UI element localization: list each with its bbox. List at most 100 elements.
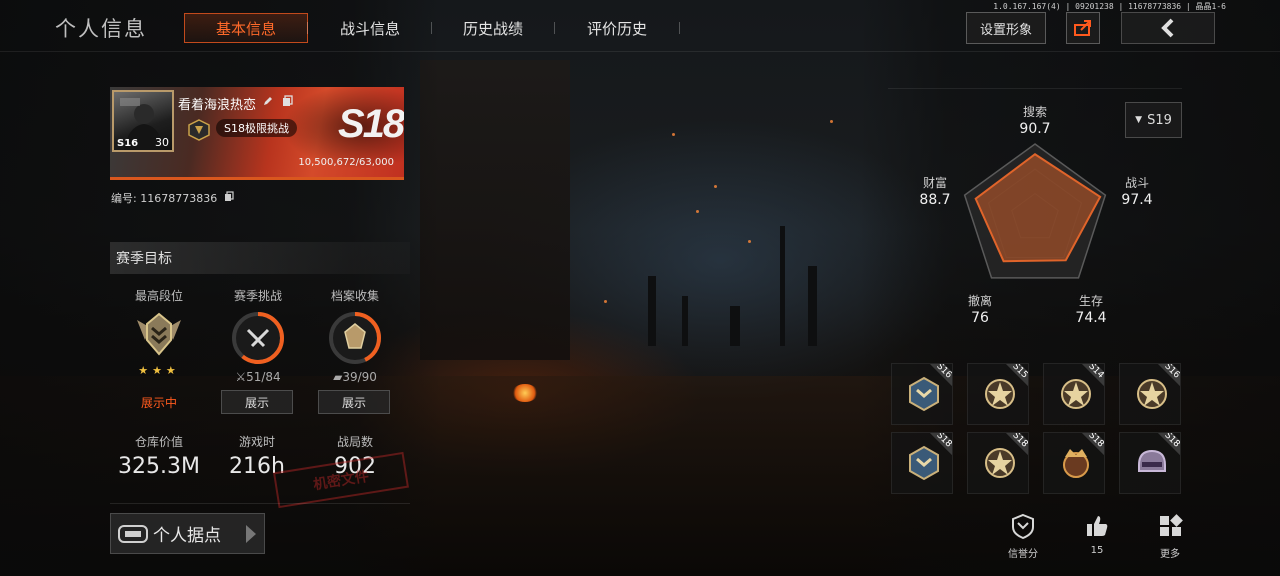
divider: [110, 503, 410, 504]
set-appearance-button[interactable]: 设置形象: [966, 12, 1046, 44]
grid-more-icon: [1160, 514, 1183, 536]
star-medal-icon: [985, 448, 1015, 478]
radar-label-combat: 战斗 97.4: [1107, 174, 1167, 208]
rank-badge-icon: [188, 119, 210, 141]
radar-label-wealth: 财富 88.7: [905, 174, 965, 208]
season-emblem-text: S18: [338, 102, 404, 146]
helmet-medal-icon: [1138, 449, 1166, 472]
personal-base-button[interactable]: 个人据点: [110, 513, 265, 554]
avatar-season-tag: S16: [117, 138, 139, 149]
copy-icon[interactable]: [282, 95, 294, 107]
crown-medal-icon: [1063, 449, 1089, 478]
radar-label-extraction: 撤离 76: [950, 292, 1010, 326]
reputation-label: 信誉分: [1008, 549, 1038, 560]
axis-value: 76: [971, 310, 989, 326]
stat-stash-value: 仓库价值 325.3M: [109, 433, 209, 479]
page-title: 个人信息: [55, 17, 147, 41]
share-button[interactable]: [1066, 12, 1100, 44]
medal-slot[interactable]: S18: [967, 432, 1029, 494]
radar-chart: [963, 143, 1107, 279]
edit-icon[interactable]: [262, 95, 274, 107]
goal-title: 最高段位: [134, 289, 183, 303]
chevron-left-icon: [1161, 18, 1174, 38]
challenge-progress: ⚔51/84: [208, 370, 308, 384]
stat-label: 战局数: [336, 435, 373, 449]
ember: [604, 300, 607, 303]
challenge-progress-ring[interactable]: [230, 310, 286, 366]
panel-divider: [888, 88, 1182, 89]
ember: [672, 133, 675, 136]
selected-season: S19: [1147, 112, 1172, 128]
stat-value: 325.3M: [118, 454, 200, 479]
stat-label: 仓库价值: [134, 435, 183, 449]
archive-progress-value: 39/90: [342, 370, 377, 384]
rank-emblem[interactable]: [131, 310, 187, 366]
star-medal-icon: [1137, 379, 1167, 409]
goal-title: 赛季挑战: [233, 289, 282, 303]
ember: [714, 185, 717, 188]
goal-season-challenge: 赛季挑战 ⚔51/84: [208, 287, 308, 384]
tab-basic-info[interactable]: 基本信息: [184, 13, 308, 43]
winged-rank-icon: [137, 312, 181, 356]
background-tower: [420, 60, 570, 360]
profile-card[interactable]: S16 30 看着海浪热恋 S18极限挑战 S18 10,500,672/63,…: [110, 87, 404, 180]
back-button[interactable]: [1121, 12, 1215, 44]
medal-slot[interactable]: S16: [1119, 363, 1181, 425]
tab-match-history[interactable]: 历史战绩: [431, 13, 555, 43]
axis-name: 战斗: [1124, 176, 1149, 190]
axis-value: 88.7: [919, 192, 951, 208]
goal-title: 档案收集: [330, 289, 379, 303]
blue-rank-medal-icon: [909, 376, 939, 412]
progress-ring: [232, 312, 284, 364]
tab-separator: [679, 22, 680, 34]
background-chimney: [682, 296, 688, 346]
ember: [696, 210, 699, 213]
player-level: 30: [155, 136, 169, 149]
thumbs-up-icon: [1087, 516, 1108, 536]
medal-slot[interactable]: S18: [1043, 432, 1105, 494]
top-bar: 个人信息 基本信息 战斗信息 历史战绩 评价历史 设置形象 1.0.167.16…: [0, 0, 1280, 52]
avatar[interactable]: S16 30: [112, 90, 174, 152]
show-challenge-button[interactable]: 展示: [221, 390, 293, 414]
player-nickname: 看着海浪热恋: [178, 98, 257, 113]
star-medal-icon: [1061, 379, 1091, 409]
axis-value: 90.7: [1019, 121, 1051, 137]
rank-showcase-status: 展示中: [140, 395, 177, 410]
swords-icon: ⚔: [235, 370, 247, 384]
background-chimney: [730, 306, 740, 346]
version-info: 1.0.167.167(4) | 09201238 | 11678773836 …: [993, 2, 1226, 11]
likes-count: 15: [1090, 545, 1104, 556]
season-dropdown[interactable]: ▼ S19: [1125, 102, 1182, 138]
medal-slot[interactable]: S14: [1043, 363, 1105, 425]
background-chimney: [808, 266, 817, 346]
challenge-progress-value: 51/84: [246, 370, 281, 384]
chevron-right-icon: [246, 524, 256, 543]
tab-rating-history[interactable]: 评价历史: [555, 13, 679, 43]
copy-id-icon[interactable]: [224, 191, 235, 202]
medal-slot[interactable]: S18: [1119, 432, 1181, 494]
radar-label-survival: 生存 74.4: [1061, 292, 1121, 326]
tab-combat-info[interactable]: 战斗信息: [308, 13, 432, 43]
show-archive-button[interactable]: 展示: [318, 390, 390, 414]
more-label: 更多: [1160, 549, 1180, 560]
background-chimney: [648, 276, 656, 346]
ember: [748, 240, 751, 243]
axis-name: 生存: [1078, 294, 1103, 308]
axis-value: 97.4: [1121, 192, 1153, 208]
base-label: 个人据点: [153, 526, 221, 546]
archive-progress: ▰39/90: [305, 370, 405, 384]
stat-label: 游戏时: [238, 435, 275, 449]
medal-slot[interactable]: S16: [891, 363, 953, 425]
more-button[interactable]: 更多: [1142, 513, 1198, 560]
folder-icon: ▰: [333, 370, 343, 384]
medal-slot[interactable]: S18: [891, 432, 953, 494]
medal-slot[interactable]: S15: [967, 363, 1029, 425]
goal-archive-collection: 档案收集 ▰39/90: [305, 287, 405, 384]
axis-name: 财富: [922, 176, 947, 190]
reputation-button[interactable]: 信誉分: [995, 513, 1051, 560]
archive-progress-ring[interactable]: [327, 310, 383, 366]
likes-button[interactable]: 15: [1069, 513, 1125, 556]
caret-down-icon: ▼: [1135, 115, 1143, 125]
season-goals-header: 赛季目标: [110, 242, 410, 274]
season-challenge-chip: S18极限挑战: [216, 119, 297, 137]
